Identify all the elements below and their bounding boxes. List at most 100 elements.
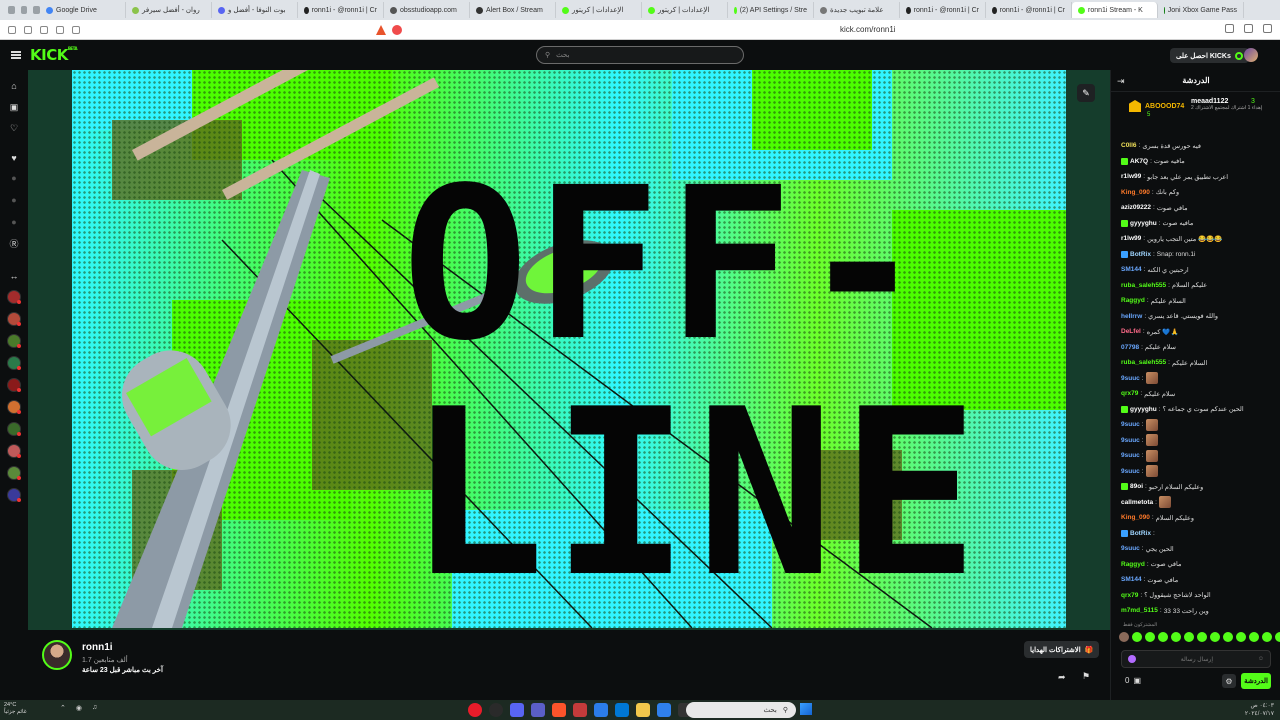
top-gifter-name[interactable]: ABOOOD74 — [1145, 103, 1184, 110]
followed-channel-avatar[interactable] — [7, 400, 21, 414]
reload-icon[interactable] — [40, 25, 48, 34]
home-icon[interactable] — [56, 25, 64, 34]
menu-icon[interactable] — [1263, 24, 1272, 33]
browse-icon[interactable]: ▣ — [8, 101, 20, 113]
brave-shield-icon[interactable] — [376, 25, 386, 35]
chat-username[interactable]: Raggyd — [1121, 561, 1145, 568]
get-kicks-button[interactable]: احصل على KICKs — [1170, 48, 1249, 63]
video-player[interactable]: OFF- LINE — [28, 70, 1110, 630]
browser-nav-icons[interactable] — [0, 25, 80, 34]
system-tray[interactable]: ⌃ ◉ ♫ — [60, 704, 97, 712]
browser-tab[interactable]: (2) API Settings / Stre — [728, 2, 814, 18]
heart-icon[interactable]: ♥ — [8, 152, 20, 164]
share-icon[interactable]: ➦ — [1058, 672, 1066, 683]
avatar[interactable] — [1244, 48, 1258, 62]
following-heart-icon[interactable]: ♡ — [8, 122, 20, 134]
chat-username[interactable]: BotRix — [1130, 251, 1151, 258]
brave-rewards-icon[interactable] — [392, 25, 402, 35]
chat-username[interactable]: 9suuc — [1121, 545, 1140, 552]
followed-channel-avatar[interactable] — [7, 488, 21, 502]
browser-tab[interactable]: الإعدادات | كريتور — [556, 2, 642, 18]
emote-picker-icon[interactable] — [1128, 655, 1136, 663]
category-icon[interactable]: ● — [8, 172, 20, 184]
gift-subs-button[interactable]: الاشتراكات الهدايا 🎁 — [1024, 641, 1100, 658]
chat-username[interactable]: heIIrrw — [1121, 313, 1142, 320]
followed-channel-avatar[interactable] — [7, 378, 21, 392]
url-field[interactable]: kick.com/ronn1i — [840, 25, 896, 34]
chat-username[interactable]: SM144 — [1121, 266, 1142, 273]
smile-icon[interactable]: ☺ — [1258, 656, 1264, 662]
chat-username[interactable]: 89oi — [1130, 483, 1143, 490]
followed-channel-avatar[interactable] — [7, 444, 21, 458]
chat-username[interactable]: King_090 — [1121, 189, 1150, 196]
chat-message-input[interactable]: إرسال رسالة ☺ — [1121, 650, 1271, 668]
browser-tab[interactable]: Alert Box / Stream — [470, 2, 556, 18]
window-controls[interactable] — [0, 6, 41, 14]
chat-username[interactable]: BotRix — [1130, 530, 1151, 537]
chat-username[interactable]: aziz09222 — [1121, 204, 1151, 211]
category-icon[interactable]: ● — [8, 194, 20, 206]
chat-username[interactable]: qrx79 — [1121, 390, 1138, 397]
live-channels-icon[interactable]: ↔ — [8, 270, 20, 282]
emote-bar[interactable] — [1119, 632, 1280, 642]
chat-username[interactable]: gyyyghu — [1130, 220, 1157, 227]
send-chat-button[interactable]: الدردشة — [1241, 673, 1271, 689]
taskbar-apps[interactable] — [468, 703, 692, 717]
chat-username[interactable]: qrx79 — [1121, 592, 1138, 599]
edit-pencil-icon[interactable]: ✎ — [1077, 84, 1095, 102]
chat-username[interactable]: 9suuc — [1121, 452, 1140, 459]
browser-tab[interactable]: علامة تبويب جديدة — [814, 2, 900, 18]
chat-username[interactable]: ruba_saleh555 — [1121, 359, 1166, 366]
menu-burger-icon[interactable] — [11, 51, 21, 59]
forward-icon[interactable] — [24, 25, 32, 34]
weather-widget[interactable]: 24°C غائم جزئياً — [4, 702, 27, 716]
chat-settings-gear-icon[interactable]: ⚙ — [1222, 674, 1236, 688]
chat-username[interactable]: r1lw99 — [1121, 235, 1141, 242]
browser-tab[interactable]: Joni Xbox Game Pass — [1158, 2, 1244, 18]
browser-tab[interactable]: الإعدادات | كريتور — [642, 2, 728, 18]
browser-tab[interactable]: Google Drive — [40, 2, 126, 18]
chat-username[interactable]: 9suuc — [1121, 437, 1140, 444]
browser-tab[interactable]: obsstudioapp.com — [384, 2, 470, 18]
gifter-name[interactable]: meaad1122 — [1191, 98, 1276, 105]
chat-username[interactable]: SM144 — [1121, 576, 1142, 583]
chat-username[interactable]: AK7Q — [1130, 158, 1148, 165]
browser-tab[interactable]: ronn1i Stream - K — [1072, 2, 1158, 18]
chat-username[interactable]: 07798 — [1121, 344, 1139, 351]
chat-username[interactable]: DeLfel — [1121, 328, 1141, 335]
chat-username[interactable]: m7md_5115 — [1121, 607, 1158, 614]
browser-tab[interactable]: روان - أفضل سيرفر — [126, 2, 212, 18]
search-input[interactable]: ⚲ بحث — [536, 46, 744, 64]
kick-logo[interactable]: KICKBETA — [30, 46, 78, 64]
extensions-icon[interactable] — [1225, 24, 1234, 33]
taskbar-search[interactable]: بحث ⚲ — [686, 702, 796, 718]
kicks-balance[interactable]: 0 ▣ — [1125, 676, 1141, 685]
profile-icon[interactable] — [1244, 24, 1253, 33]
browser-tab[interactable]: بوت النوفا - أفضل و — [212, 2, 298, 18]
category-icon[interactable]: ● — [8, 216, 20, 228]
chat-username[interactable]: 9suuc — [1121, 421, 1140, 428]
chat-username[interactable]: ruba_saleh555 — [1121, 282, 1166, 289]
home-icon[interactable]: ⌂ — [8, 80, 20, 92]
chat-username[interactable]: gyyyghu — [1130, 406, 1157, 413]
back-icon[interactable] — [8, 25, 16, 34]
chat-username[interactable]: r1lw99 — [1121, 173, 1141, 180]
chat-username[interactable]: callmetota — [1121, 499, 1153, 506]
followed-channel-avatar[interactable] — [7, 290, 21, 304]
followed-channel-avatar[interactable] — [7, 422, 21, 436]
chat-username[interactable]: King_090 — [1121, 514, 1150, 521]
browser-tab[interactable]: ronn1i - @ronn1i | Cr — [298, 2, 384, 18]
bookmark-icon[interactable] — [72, 25, 80, 34]
report-icon[interactable]: ⚑ — [1082, 671, 1090, 682]
recommended-icon[interactable]: Ⓡ — [8, 237, 20, 249]
followed-channel-avatar[interactable] — [7, 466, 21, 480]
followed-channel-avatar[interactable] — [7, 334, 21, 348]
chat-username[interactable]: C0ll6 — [1121, 142, 1137, 149]
followed-channel-avatar[interactable] — [7, 312, 21, 326]
windows-start-icon[interactable] — [800, 703, 812, 715]
channel-avatar[interactable] — [42, 640, 72, 670]
clock[interactable]: ٠٤:٠٣ ص ٢٠٢٤/٠٧/١٧ — [1245, 703, 1274, 719]
browser-tab[interactable]: ronn1i - @ronn1i | Cr — [986, 2, 1072, 18]
channel-name[interactable]: ronn1i — [82, 642, 113, 653]
chat-username[interactable]: Raggyd — [1121, 297, 1145, 304]
